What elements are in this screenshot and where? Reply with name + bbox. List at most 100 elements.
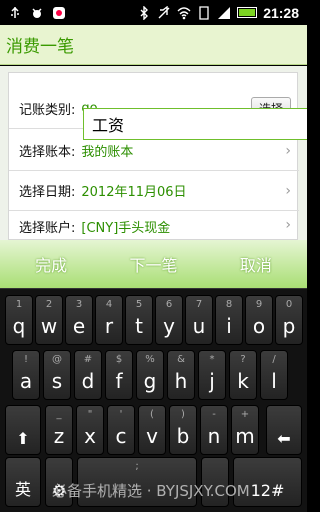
status-right-icons: 21:28 xyxy=(137,0,307,25)
date-label: 选择日期: xyxy=(19,185,76,200)
account-book-value: 我的账本 xyxy=(81,145,134,160)
account-value: [CNY]手头现金 xyxy=(81,221,171,236)
status-left-icons xyxy=(0,0,66,25)
key-r-label: r xyxy=(104,314,114,338)
key-v[interactable]: (v xyxy=(138,405,166,455)
key-i[interactable]: 8i xyxy=(215,295,243,345)
key-t-label: t xyxy=(135,314,143,338)
key-a[interactable]: ! a xyxy=(12,350,40,400)
form-card: 记账类别: go 选择 选择账本: 我的账本 › 选择日期: 2012年11月0… xyxy=(8,72,299,240)
key-j-label: j xyxy=(209,369,215,393)
status-bar: 21:28 xyxy=(0,0,307,25)
next-button[interactable]: 下一笔 xyxy=(102,252,204,276)
key-a-alt-label: ! xyxy=(23,354,28,365)
date-row[interactable]: 选择日期: 2012年11月06日 › xyxy=(9,171,299,211)
key-f-label: f xyxy=(115,369,123,393)
key-h-alt-label: & xyxy=(177,354,185,365)
key-w-alt-label: 2 xyxy=(45,299,53,310)
done-button[interactable]: 完成 xyxy=(0,252,102,276)
key-h-label: h xyxy=(174,369,188,393)
key-n-label: n xyxy=(207,424,221,448)
date-value: 2012年11月06日 xyxy=(81,185,187,200)
key-l-label: l xyxy=(271,369,277,393)
form-area: 记账类别: go 选择 选择账本: 我的账本 › 选择日期: 2012年11月0… xyxy=(0,66,307,240)
battery-icon xyxy=(237,7,258,18)
key-z-label: z xyxy=(53,424,65,448)
debug-icon xyxy=(32,7,42,18)
battery-fill xyxy=(239,9,256,16)
key-k-alt-label: ? xyxy=(240,354,246,365)
language-switch-key[interactable]: 英 xyxy=(5,457,41,507)
space-key-alt-label: ; xyxy=(135,461,139,472)
settings-key[interactable]: ⚙ xyxy=(45,457,73,507)
key-x-alt-label: " xyxy=(87,409,93,420)
chevron-right-icon: › xyxy=(285,217,291,233)
bluetooth-icon xyxy=(140,5,149,20)
key-o[interactable]: 9o xyxy=(245,295,273,345)
key-y[interactable]: 6y xyxy=(155,295,183,345)
key-k[interactable]: ? k xyxy=(229,350,257,400)
number-switch-key[interactable]: 12# xyxy=(233,457,302,507)
key-f[interactable]: $ f xyxy=(105,350,133,400)
key-p-alt-label: 0 xyxy=(285,299,293,310)
key-v-alt-label: ( xyxy=(150,409,154,420)
key-h[interactable]: & h xyxy=(167,350,195,400)
key-l[interactable]: / l xyxy=(260,350,288,400)
key-n[interactable]: -n xyxy=(200,405,228,455)
key-q-alt-label: 1 xyxy=(15,299,23,310)
key-j[interactable]: * j xyxy=(198,350,226,400)
key-v-label: v xyxy=(146,424,158,448)
key-b[interactable]: ) b xyxy=(169,405,197,455)
key-m[interactable]: + m xyxy=(231,405,259,455)
number-switch-key-label: 12# xyxy=(250,481,285,500)
key-u-alt-label: 7 xyxy=(195,299,203,310)
key-i-label: i xyxy=(226,314,232,338)
key-j-alt-label: * xyxy=(209,354,215,365)
backspace-key[interactable]: ⬅ xyxy=(266,405,302,455)
category-label: 记账类别: xyxy=(19,103,76,118)
key-p[interactable]: 0p xyxy=(275,295,303,345)
key-c-label: c xyxy=(115,424,127,448)
key-t[interactable]: 5t xyxy=(125,295,153,345)
backspace-key-label: ⬅ xyxy=(277,429,291,448)
action-bar: 完成 下一笔 取消 xyxy=(0,240,307,288)
sd-icon xyxy=(199,5,209,20)
key-l-alt-label: / xyxy=(272,354,276,365)
suggestion-popup[interactable]: 工资 xyxy=(83,108,307,140)
account-label: 选择账户: xyxy=(19,221,76,236)
key-u[interactable]: 7u xyxy=(185,295,213,345)
key-e-label: e xyxy=(72,314,86,338)
key-w[interactable]: 2w xyxy=(35,295,63,345)
key-g[interactable]: % g xyxy=(136,350,164,400)
key-q[interactable]: 1q xyxy=(5,295,33,345)
key-m-alt-label: + xyxy=(240,409,250,420)
key-o-label: o xyxy=(252,314,266,338)
key-i-alt-label: 8 xyxy=(225,299,233,310)
key-o-alt-label: 9 xyxy=(255,299,263,310)
account-row[interactable]: 选择账户: [CNY]手头现金 › xyxy=(9,211,299,239)
key-x[interactable]: " x xyxy=(76,405,104,455)
key-s[interactable]: @ s xyxy=(43,350,71,400)
shift-key[interactable]: ⬆ xyxy=(5,405,41,455)
account-book-label: 选择账本: xyxy=(19,145,76,160)
suggestion-item[interactable]: 工资 xyxy=(92,112,124,136)
key-n-alt-label: - xyxy=(212,409,216,420)
key-z[interactable]: _ z xyxy=(45,405,73,455)
key-g-label: g xyxy=(143,369,157,393)
cancel-button[interactable]: 取消 xyxy=(205,252,307,276)
page-title: 消费一笔 xyxy=(6,37,74,57)
clock: 21:28 xyxy=(263,4,299,21)
key-y-label: y xyxy=(163,314,175,338)
key-z-alt-label: _ xyxy=(56,409,62,420)
key-e[interactable]: 3e xyxy=(65,295,93,345)
period-key[interactable] xyxy=(201,457,229,507)
wifi-icon xyxy=(177,6,191,19)
key-c[interactable]: ' c xyxy=(107,405,135,455)
key-t-alt-label: 5 xyxy=(135,299,143,310)
space-key[interactable]: ; xyxy=(77,457,197,507)
title-bar: 消费一笔 xyxy=(0,25,307,65)
key-s-alt-label: @ xyxy=(52,354,62,365)
key-d[interactable]: # d xyxy=(74,350,102,400)
key-r-alt-label: 4 xyxy=(105,299,113,310)
key-r[interactable]: 4r xyxy=(95,295,123,345)
